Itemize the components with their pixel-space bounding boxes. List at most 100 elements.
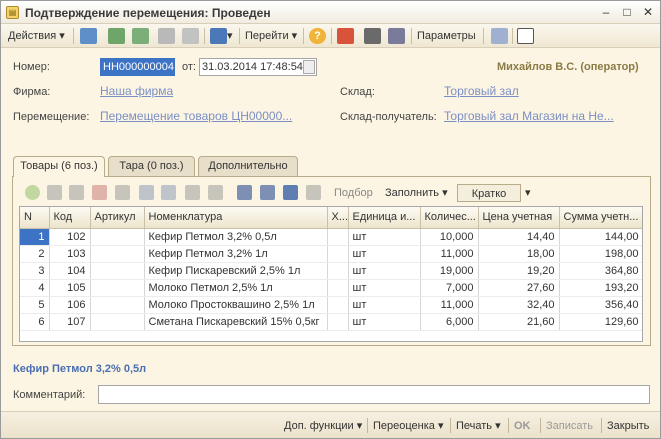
cell-n[interactable]: 1 (20, 228, 50, 246)
cell-sum[interactable]: 129,60 (559, 313, 642, 331)
cell-price[interactable]: 21,60 (478, 313, 560, 331)
tab-goods[interactable]: Товары (6 поз.) (13, 156, 105, 177)
cell-price[interactable]: 27,60 (478, 279, 560, 297)
params-button[interactable]: Параметры (417, 28, 476, 45)
paste-rows-icon[interactable] (260, 185, 275, 200)
cell-x[interactable] (327, 245, 349, 263)
cell-item[interactable]: Молоко Простоквашино 2,5% 1л (144, 296, 328, 314)
revalue-menu[interactable]: Переоценка ▾ (373, 418, 444, 434)
cell-code[interactable]: 106 (49, 296, 91, 314)
column-header[interactable]: Код (49, 207, 91, 229)
view-mode-dropdown[interactable]: ▾ (525, 184, 531, 202)
select-button[interactable]: Подбор (334, 184, 373, 202)
copy-row-icon[interactable] (47, 185, 62, 200)
close-window-button[interactable]: ✕ (639, 5, 657, 20)
actions-menu[interactable]: Действия ▾ (8, 28, 65, 45)
column-header[interactable]: Артикул (90, 207, 145, 229)
add-row-icon[interactable] (25, 185, 40, 200)
cell-sum[interactable]: 144,00 (559, 228, 642, 246)
move-up-icon[interactable] (139, 185, 154, 200)
ok-button[interactable]: OK (514, 418, 531, 434)
column-header[interactable]: N (20, 207, 50, 229)
table-row[interactable]: 5 106 Молоко Простоквашино 2,5% 1л шт 11… (20, 296, 642, 314)
cell-item[interactable]: Молоко Петмол 2,5% 1л (144, 279, 328, 297)
cell-article[interactable] (90, 245, 145, 263)
column-header[interactable]: Номенклатура (144, 207, 328, 229)
cell-item[interactable]: Кефир Петмол 3,2% 0,5л (144, 228, 328, 246)
cell-n[interactable]: 5 (20, 296, 50, 314)
cell-unit[interactable]: шт (348, 245, 421, 263)
end-edit-icon[interactable] (115, 185, 130, 200)
cell-price[interactable]: 19,20 (478, 262, 560, 280)
close-button[interactable]: Закрыть (607, 418, 649, 434)
cell-article[interactable] (90, 279, 145, 297)
cell-n[interactable]: 3 (20, 262, 50, 280)
unpost-icon[interactable] (182, 28, 199, 44)
cell-x[interactable] (327, 262, 349, 280)
sort-asc-icon[interactable] (185, 185, 200, 200)
cell-unit[interactable]: шт (348, 313, 421, 331)
cell-x[interactable] (327, 279, 349, 297)
cell-qty[interactable]: 11,000 (420, 245, 479, 263)
cell-qty[interactable]: 7,000 (420, 279, 479, 297)
table-row[interactable]: 4 105 Молоко Петмол 2,5% 1л шт 7,000 27,… (20, 279, 642, 297)
cell-item[interactable]: Сметана Пискаревский 15% 0,5кг (144, 313, 328, 331)
firm-link[interactable]: Наша фирма (100, 84, 173, 98)
cell-article[interactable] (90, 313, 145, 331)
sort-desc-icon[interactable] (208, 185, 223, 200)
column-header[interactable]: Количес... (420, 207, 479, 229)
cell-sum[interactable]: 193,20 (559, 279, 642, 297)
goto-menu[interactable]: Перейти ▾ (245, 28, 297, 45)
edit-row-icon[interactable] (69, 185, 84, 200)
cell-qty[interactable]: 6,000 (420, 313, 479, 331)
cell-x[interactable] (327, 228, 349, 246)
minimize-button[interactable]: – (597, 5, 615, 20)
cell-unit[interactable]: шт (348, 279, 421, 297)
table-row[interactable]: 2 103 Кефир Петмол 3,2% 1л шт 11,000 18,… (20, 245, 642, 263)
cell-article[interactable] (90, 296, 145, 314)
cell-code[interactable]: 107 (49, 313, 91, 331)
cell-price[interactable]: 32,40 (478, 296, 560, 314)
warehouse-link[interactable]: Торговый зал (444, 84, 519, 98)
cell-n[interactable]: 2 (20, 245, 50, 263)
copy-doc-icon[interactable] (132, 28, 149, 44)
cell-item[interactable]: Кефир Петмол 3,2% 1л (144, 245, 328, 263)
add-icon[interactable] (517, 28, 534, 44)
cell-code[interactable]: 102 (49, 228, 91, 246)
print-menu[interactable]: Печать ▾ (456, 418, 501, 434)
delete-row-icon[interactable] (92, 185, 107, 200)
post-icon[interactable] (80, 28, 97, 44)
number-field[interactable]: НН000000004 (100, 58, 175, 76)
table-row[interactable]: 6 107 Сметана Пискаревский 15% 0,5кг шт … (20, 313, 642, 331)
cell-n[interactable]: 6 (20, 313, 50, 331)
help-icon[interactable]: ? (309, 28, 326, 44)
enter-on-basis-dropdown[interactable]: ▾ (227, 28, 233, 45)
load-rows-icon[interactable] (306, 185, 321, 200)
cell-article[interactable] (90, 262, 145, 280)
transfer-link[interactable]: Перемещение товаров ЦН00000... (100, 109, 292, 123)
column-header[interactable]: Единица и... (348, 207, 421, 229)
cell-qty[interactable]: 19,000 (420, 262, 479, 280)
save-button[interactable]: Записать (546, 418, 593, 434)
extra-functions-menu[interactable]: Доп. функции ▾ (284, 418, 362, 434)
list-icon[interactable] (388, 28, 405, 44)
cell-qty[interactable]: 11,000 (420, 296, 479, 314)
dest-warehouse-link[interactable]: Торговый зал Магазин на Не... (444, 109, 614, 123)
cell-unit[interactable]: шт (348, 228, 421, 246)
copy-icon[interactable] (491, 28, 508, 44)
cell-sum[interactable]: 198,00 (559, 245, 642, 263)
column-header[interactable]: Сумма учетн... (559, 207, 642, 229)
cell-x[interactable] (327, 296, 349, 314)
comment-field[interactable] (98, 385, 650, 404)
structure-icon[interactable] (337, 28, 354, 44)
date-field[interactable]: 31.03.2014 17:48:54 (199, 58, 317, 76)
fill-menu[interactable]: Заполнить ▾ (385, 184, 448, 202)
view-mode-field[interactable]: Кратко (457, 184, 521, 202)
calendar-icon[interactable] (303, 60, 315, 74)
cell-x[interactable] (327, 313, 349, 331)
maximize-button[interactable]: □ (618, 5, 636, 20)
copy-rows-icon[interactable] (237, 185, 252, 200)
column-header[interactable]: Х... (327, 207, 349, 229)
table-row[interactable]: 1 102 Кефир Петмол 3,2% 0,5л шт 10,000 1… (20, 228, 642, 246)
save-rows-icon[interactable] (283, 185, 298, 200)
